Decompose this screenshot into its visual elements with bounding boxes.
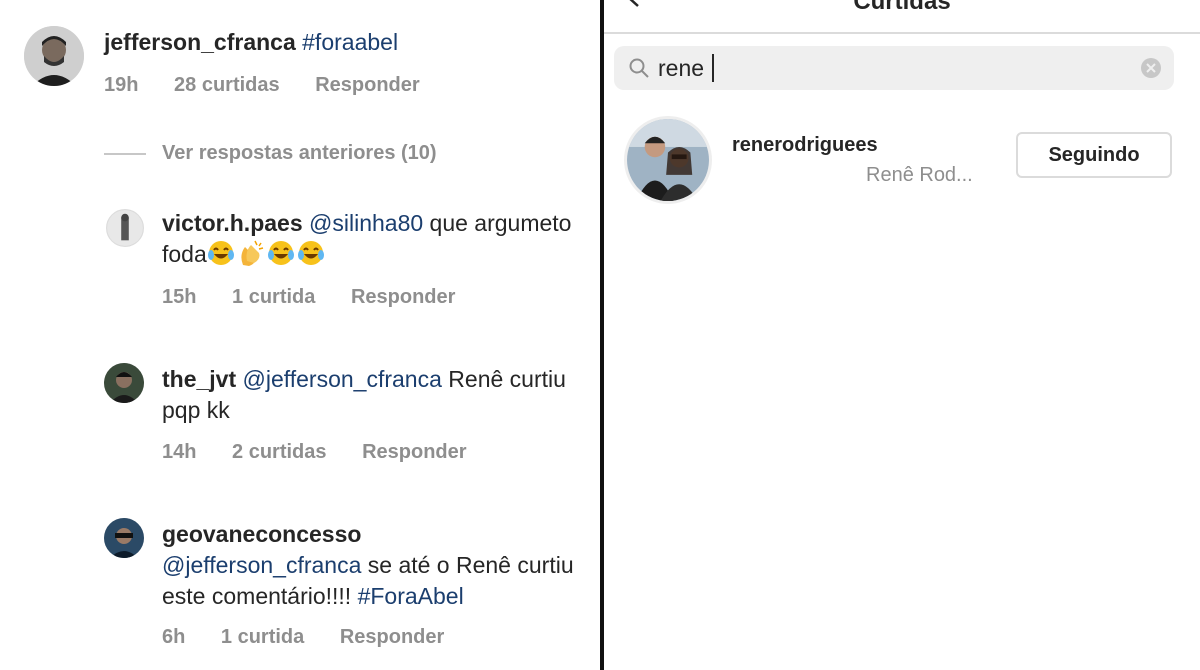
search-result-row[interactable]: renerodriguees Renê Rod... Seguindo — [604, 110, 1200, 210]
reply-meta: 15h 1 curtida Responder — [162, 286, 485, 309]
reply-time: 15h — [162, 286, 197, 308]
comment-likes[interactable]: 28 curtidas — [174, 74, 280, 96]
reply-likes[interactable]: 2 curtidas — [232, 441, 326, 463]
reply-username[interactable]: victor.h.paes — [162, 210, 303, 236]
reply-likes[interactable]: 1 curtida — [232, 286, 315, 308]
face-with-tears-of-joy-icon — [297, 241, 324, 265]
search-bar[interactable] — [614, 46, 1174, 90]
main-comment-text: jefferson_cfranca #foraabel — [104, 27, 584, 58]
reply-mention[interactable]: @jefferson_cfranca — [162, 552, 361, 578]
reply-time: 6h — [162, 626, 186, 648]
following-button[interactable]: Seguindo — [1016, 132, 1172, 178]
comment-hashtag[interactable]: #foraabel — [302, 29, 398, 55]
avatar[interactable] — [24, 26, 84, 86]
reply-text: the_jvt @jefferson_cfranca Renê curtiu p… — [162, 364, 582, 426]
reply-text: geovaneconcesso @jefferson_cfranca se at… — [162, 519, 600, 612]
avatar[interactable] — [104, 518, 144, 558]
user-photo-icon — [107, 210, 143, 246]
reply-button[interactable]: Responder — [315, 74, 419, 96]
page-title: Curtidas — [853, 0, 951, 15]
comments-panel: jefferson_cfranca #foraabel 19h 28 curti… — [0, 0, 600, 670]
main-comment-meta: 19h 28 curtidas Responder — [104, 74, 450, 97]
user-photo-icon — [104, 518, 144, 558]
result-username[interactable]: renerodriguees — [732, 134, 878, 157]
reply-button[interactable]: Responder — [362, 441, 466, 463]
user-photo-icon — [24, 26, 84, 86]
reply-mention[interactable]: @silinha80 — [309, 210, 423, 236]
avatar[interactable] — [104, 363, 144, 403]
face-with-tears-of-joy-icon — [207, 241, 234, 265]
reply-hashtag[interactable]: #ForaAbel — [358, 583, 464, 609]
search-icon — [629, 58, 649, 78]
reply-username[interactable]: the_jvt — [162, 366, 236, 392]
view-replies-label: Ver respostas anteriores (10) — [162, 142, 437, 164]
comment-username[interactable]: jefferson_cfranca — [104, 29, 296, 55]
clear-search-icon[interactable] — [1140, 57, 1162, 79]
face-with-tears-of-joy-icon — [267, 241, 294, 265]
reply-meta: 6h 1 curtida Responder — [162, 626, 474, 649]
view-previous-replies[interactable]: Ver respostas anteriores (10) — [104, 142, 437, 165]
reply-meta: 14h 2 curtidas Responder — [162, 441, 497, 464]
user-photo-icon — [104, 363, 144, 403]
reply-mention[interactable]: @jefferson_cfranca — [243, 366, 442, 392]
likes-panel: Curtidas renerodrig — [604, 0, 1200, 670]
avatar[interactable] — [624, 116, 712, 204]
comment-time: 19h — [104, 74, 139, 96]
reply-likes[interactable]: 1 curtida — [221, 626, 304, 648]
reply-time: 14h — [162, 441, 197, 463]
avatar[interactable] — [106, 209, 144, 247]
clapping-hands-icon — [241, 240, 263, 266]
replies-divider — [104, 152, 146, 155]
reply-text: victor.h.paes @silinha80 que argumeto fo… — [162, 208, 582, 270]
result-full-name: Renê Rod... — [866, 164, 973, 186]
text-caret — [712, 54, 714, 82]
top-bar: Curtidas — [604, 0, 1200, 34]
reply-button[interactable]: Responder — [351, 286, 455, 308]
reply-username[interactable]: geovaneconcesso — [162, 521, 361, 547]
search-input[interactable] — [658, 46, 1118, 90]
user-photo-icon — [627, 119, 709, 201]
reply-button[interactable]: Responder — [340, 626, 444, 648]
